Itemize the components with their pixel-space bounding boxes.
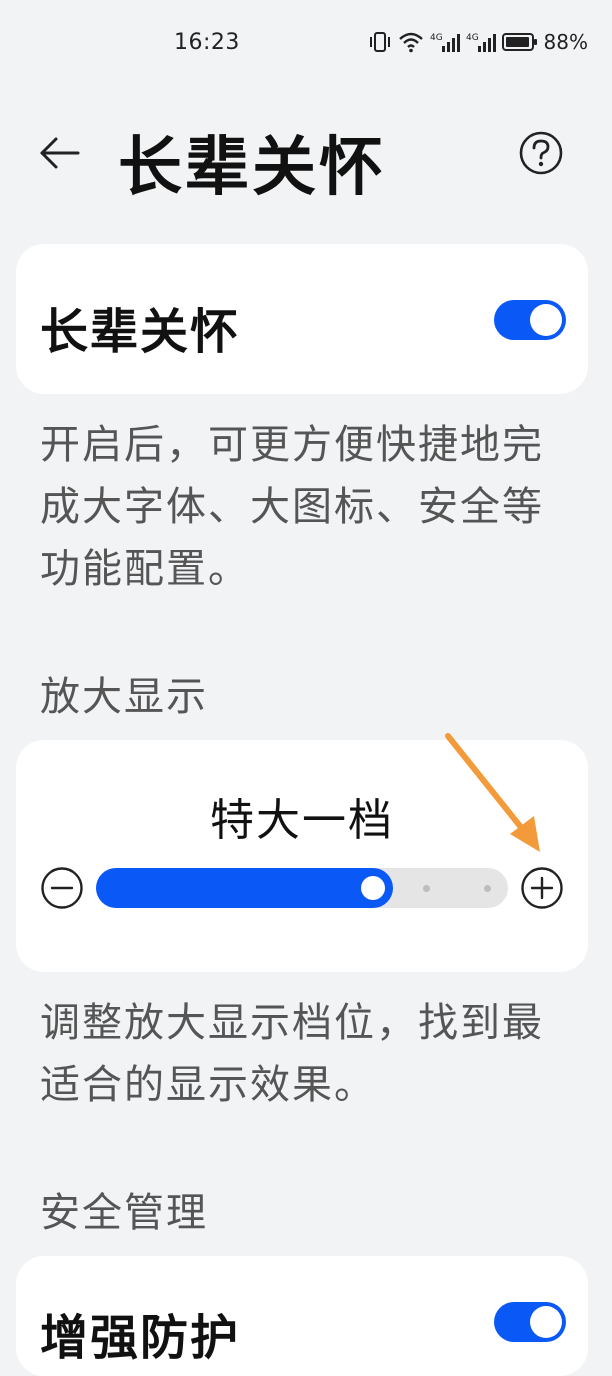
elder-care-label: 长辈关怀 [40, 304, 241, 360]
zoom-slider[interactable] [96, 868, 508, 908]
zoom-slider-step-dot [423, 885, 430, 892]
status-bar: 16:23 4G 4G 88% [0, 0, 612, 90]
back-arrow-icon [40, 137, 80, 169]
safety-switch[interactable] [494, 1302, 566, 1342]
svg-text:4G: 4G [466, 33, 479, 43]
safety-item-label: 增强防护 [40, 1310, 241, 1366]
battery-icon [501, 33, 537, 51]
zoom-plus-button[interactable] [520, 866, 564, 910]
plus-circle-icon [521, 867, 563, 909]
svg-text:4G: 4G [430, 33, 443, 43]
zoom-slider-handle[interactable] [361, 876, 385, 900]
minus-circle-icon [41, 867, 83, 909]
signal-4g-icon: 4G [430, 33, 460, 52]
signal-4g-icon: 4G [466, 33, 496, 52]
back-button[interactable] [30, 128, 90, 178]
status-time: 16:23 [174, 30, 240, 55]
status-icons: 4G 4G 88% [368, 30, 588, 54]
zoom-description: 调整放大显示档位，找到最适合的显示效果。 [40, 1000, 544, 1108]
elder-care-description: 开启后，可更方便快捷地完成大字体、大图标、安全等功能配置。 [40, 422, 544, 592]
safety-card: 增强防护 [16, 1256, 588, 1376]
elder-care-card: 长辈关怀 [16, 244, 588, 394]
help-icon [519, 131, 563, 175]
wifi-icon [398, 32, 423, 53]
zoom-section-title: 放大显示 [40, 674, 208, 720]
header: 长辈关怀 [0, 100, 612, 210]
battery-percent: 88% [543, 30, 588, 54]
annotation-arrow-icon [445, 733, 540, 852]
help-button[interactable] [516, 128, 566, 178]
zoom-slider-step-dot [484, 885, 491, 892]
page-title: 长辈关怀 [118, 131, 386, 205]
zoom-minus-button[interactable] [40, 866, 84, 910]
vibrate-icon [369, 32, 390, 52]
switch-knob [530, 1306, 562, 1338]
zoom-slider-fill [96, 868, 393, 908]
safety-section-title: 安全管理 [40, 1190, 208, 1236]
switch-knob [530, 304, 562, 336]
elder-care-switch[interactable] [494, 300, 566, 340]
